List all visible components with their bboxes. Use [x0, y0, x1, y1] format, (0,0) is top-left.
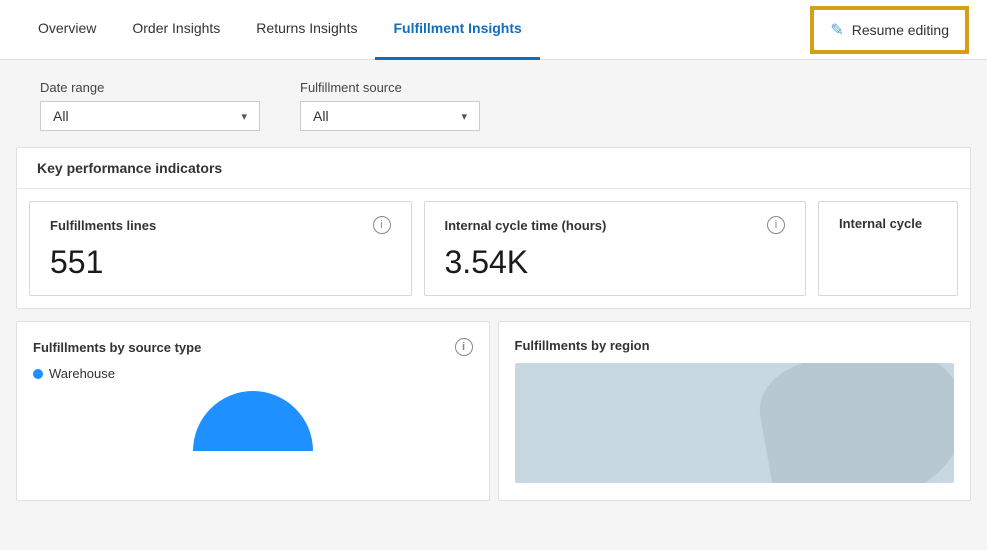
- kpi-card-header-1: Fulfillments lines i: [50, 216, 391, 234]
- date-range-filter: Date range All ▾: [40, 80, 260, 131]
- info-icon-1[interactable]: i: [373, 216, 391, 234]
- resume-editing-button[interactable]: ✎ Resume editing: [812, 8, 967, 52]
- legend-item-warehouse: Warehouse: [33, 366, 473, 381]
- chart-source-title-text: Fulfillments by source type: [33, 340, 201, 355]
- fulfillment-source-filter: Fulfillment source All ▾: [300, 80, 480, 131]
- fulfillment-source-label: Fulfillment source: [300, 80, 480, 95]
- kpi-value-2: 3.54K: [445, 244, 786, 281]
- filters-section: Date range All ▾ Fulfillment source All …: [16, 60, 971, 147]
- tab-order-insights-label: Order Insights: [132, 20, 220, 36]
- kpi-cards-row: Fulfillments lines i 551 Internal cycle …: [17, 189, 970, 308]
- charts-row: Fulfillments by source type i Warehouse …: [16, 309, 971, 501]
- kpi-card-title-3: Internal cycle: [839, 216, 922, 231]
- pie-chart: [193, 391, 313, 451]
- top-nav-bar: Overview Order Insights Returns Insights…: [0, 0, 987, 60]
- tab-order-insights[interactable]: Order Insights: [114, 0, 238, 60]
- pencil-icon: ✎: [830, 20, 843, 40]
- chevron-down-icon: ▾: [241, 110, 247, 123]
- kpi-value-1: 551: [50, 244, 391, 281]
- info-icon-2[interactable]: i: [767, 216, 785, 234]
- legend-label-warehouse: Warehouse: [49, 366, 115, 381]
- tab-returns-insights-label: Returns Insights: [256, 20, 357, 36]
- kpi-card-internal-cycle-partial: Internal cycle: [818, 201, 958, 296]
- map-shape: [752, 363, 954, 483]
- kpi-card-header-2: Internal cycle time (hours) i: [445, 216, 786, 234]
- date-range-value: All: [53, 108, 69, 124]
- pie-chart-container: [33, 391, 473, 451]
- fulfillment-source-value: All: [313, 108, 329, 124]
- legend-dot-warehouse: [33, 369, 43, 379]
- kpi-section: Key performance indicators Fulfillments …: [16, 147, 971, 309]
- chart-region-title-text: Fulfillments by region: [515, 338, 650, 353]
- kpi-card-header-3: Internal cycle: [839, 216, 937, 231]
- tab-fulfillment-insights[interactable]: Fulfillment Insights: [375, 0, 539, 60]
- info-icon-source-chart[interactable]: i: [455, 338, 473, 356]
- chevron-down-icon: ▾: [461, 110, 467, 123]
- tab-overview[interactable]: Overview: [20, 0, 114, 60]
- tab-returns-insights[interactable]: Returns Insights: [238, 0, 375, 60]
- tab-overview-label: Overview: [38, 20, 96, 36]
- date-range-select[interactable]: All ▾: [40, 101, 260, 131]
- fulfillment-source-select[interactable]: All ▾: [300, 101, 480, 131]
- kpi-card-title-1: Fulfillments lines: [50, 218, 156, 233]
- resume-editing-label: Resume editing: [852, 22, 949, 38]
- kpi-card-internal-cycle-time: Internal cycle time (hours) i 3.54K: [424, 201, 807, 296]
- chart-fulfillments-by-source: Fulfillments by source type i Warehouse: [16, 321, 490, 501]
- kpi-card-title-2: Internal cycle time (hours): [445, 218, 607, 233]
- date-range-label: Date range: [40, 80, 260, 95]
- map-container: [515, 363, 955, 483]
- chart-fulfillments-by-region: Fulfillments by region: [498, 321, 972, 501]
- tab-fulfillment-insights-label: Fulfillment Insights: [393, 20, 521, 36]
- main-content: Date range All ▾ Fulfillment source All …: [0, 60, 987, 501]
- chart-region-title: Fulfillments by region: [515, 338, 955, 353]
- kpi-card-fulfillment-lines: Fulfillments lines i 551: [29, 201, 412, 296]
- kpi-section-title: Key performance indicators: [17, 148, 970, 189]
- chart-source-title: Fulfillments by source type i: [33, 338, 473, 356]
